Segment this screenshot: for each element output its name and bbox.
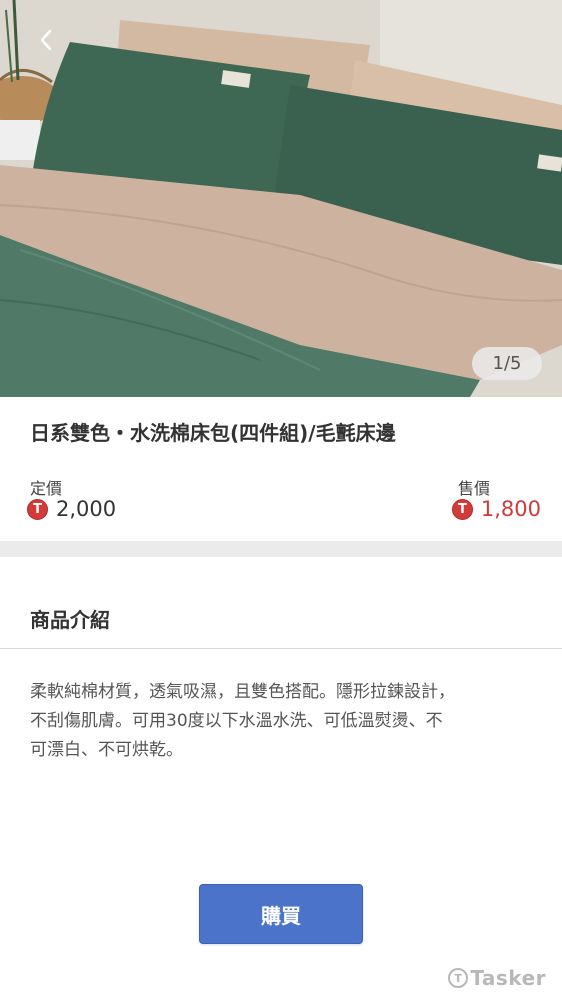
- list-price-value: 2,000: [56, 497, 117, 521]
- buy-button[interactable]: 購買: [199, 884, 363, 944]
- token-t-icon: T: [451, 498, 473, 520]
- sale-price-value: 1,800: [480, 497, 541, 521]
- list-price-label: 定價: [30, 479, 63, 498]
- tasker-watermark: T Tasker: [448, 966, 546, 990]
- watermark-text: Tasker: [470, 966, 546, 990]
- list-price: T 2,000: [27, 497, 116, 521]
- chevron-left-icon: [38, 29, 54, 51]
- description-line: 柔軟純棉材質，透氣吸濕，且雙色搭配。隱形拉鍊設計，: [30, 682, 455, 702]
- sale-price-label: 售價: [457, 479, 490, 498]
- section-title-intro: 商品介紹: [30, 608, 110, 632]
- product-title: 日系雙色・水洗棉床包(四件組)/毛氈床邊: [30, 421, 396, 445]
- description-line: 不刮傷肌膚。可用30度以下水溫水洗、可低溫熨燙、不: [30, 711, 443, 731]
- product-photo: [0, 0, 562, 397]
- description-line: 可漂白、不可烘乾。: [30, 740, 183, 760]
- tasker-logo-icon: T: [448, 968, 469, 988]
- divider-line: [0, 648, 562, 649]
- sale-price: T 1,800: [451, 497, 541, 521]
- back-button[interactable]: [28, 22, 64, 58]
- product-image-carousel[interactable]: 1/5: [0, 0, 562, 397]
- section-divider: [0, 541, 562, 557]
- token-t-icon: T: [27, 498, 48, 520]
- product-detail-page: 1/5 日系雙色・水洗棉床包(四件組)/毛氈床邊 定價 T 2,000 售價 T…: [0, 0, 562, 1000]
- image-counter-badge: 1/5: [472, 347, 542, 380]
- product-description: 柔軟純棉材質，透氣吸濕，且雙色搭配。隱形拉鍊設計， 不刮傷肌膚。可用30度以下水…: [30, 678, 510, 765]
